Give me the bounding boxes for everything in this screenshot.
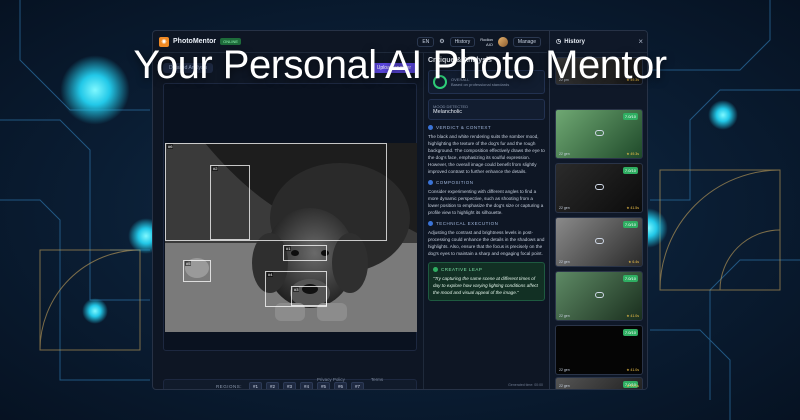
region-button-3[interactable]: #3: [282, 381, 296, 389]
headline: Your Personal AI Photo Mentor: [133, 43, 667, 87]
creative-label: CREATIVE LEAP: [441, 267, 483, 272]
composition-label: COMPOSITION: [436, 180, 474, 185]
history-meta: 22 gen: [559, 260, 570, 264]
verdict-text: The black and white rendering suits the …: [428, 134, 545, 174]
composition-text: Consider experimenting with different an…: [428, 189, 544, 215]
cloud-icon: [595, 238, 604, 244]
technical-text: Adjusting the contrast and brightness le…: [428, 230, 545, 256]
history-score: 7.0/10: [622, 113, 638, 120]
history-score: 7.0/10: [622, 167, 638, 174]
region-button-5[interactable]: #5: [317, 381, 331, 389]
technical-label: TECHNICAL EXECUTION: [436, 221, 499, 226]
history-score: 7.0/10: [622, 221, 638, 228]
mood-card: MOOD DETECTED Melancholic: [428, 99, 545, 120]
regions-label: REGIONS:: [215, 383, 242, 389]
history-meta: 22 gen: [559, 314, 570, 318]
verdict-icon: [428, 125, 433, 130]
history-score: 7.0/10: [622, 275, 638, 282]
history-meta: 22 gen: [559, 206, 570, 210]
history-meta: 22 gen: [559, 384, 570, 388]
history-meta: 22 gen: [559, 152, 570, 156]
region-button-4[interactable]: #4: [300, 381, 314, 389]
history-item[interactable]: 7.0/10 22 gen ★ 6.4s: [555, 217, 643, 267]
analyzed-photo[interactable]: #6 #2 #1 #5 #4 #3: [165, 143, 417, 332]
history-item[interactable]: 7.0/10 22 gen ★ 41.0s: [555, 325, 643, 375]
composition-icon: [428, 180, 433, 185]
cloud-icon: [595, 292, 604, 298]
region-button-1[interactable]: #1: [248, 381, 262, 389]
history-item[interactable]: 7.0/10 22 gen ★ 41.0s: [555, 377, 643, 389]
region-tag: #6: [167, 144, 174, 149]
technical-icon: [428, 221, 433, 226]
privacy-link[interactable]: Privacy Policy: [317, 377, 345, 382]
creative-card: CREATIVE LEAP "Try capturing the same sc…: [428, 262, 545, 301]
history-meta: 22 gen: [559, 368, 570, 372]
history-rating: ★ 41.5s: [626, 206, 639, 210]
history-item[interactable]: 7.0/10 22 gen ★ 49.3s: [555, 109, 643, 159]
generated-time: Generated time: 00:00: [508, 383, 543, 387]
history-item[interactable]: 7.0/10 22 gen ★ 41.5s: [555, 163, 643, 213]
verdict-label: VERDICT & CONTEXT: [436, 125, 492, 130]
analysis-panel: Detailed Analysis Upload another #6 #2 #…: [163, 61, 417, 389]
region-button-2[interactable]: #2: [265, 381, 279, 389]
region-tag: #4: [267, 272, 274, 277]
user-name: Rodion: [480, 36, 493, 42]
cloud-icon: [595, 184, 604, 190]
history-score: 7.0/10: [622, 329, 638, 336]
terms-link[interactable]: Terms: [371, 377, 383, 382]
history-rating: ★ 41.0s: [626, 368, 639, 372]
critique-panel: Critique & Analysis OVERALL Based on pro…: [423, 53, 549, 389]
photo-frame: #6 #2 #1 #5 #4 #3: [163, 83, 417, 351]
creative-text: "Try capturing the same scene at differe…: [433, 276, 538, 295]
history-rating: ★ 6.4s: [628, 260, 639, 264]
region-tag: #1: [285, 246, 292, 251]
mood-value: Melancholic: [433, 109, 463, 115]
sparkle-icon: [433, 267, 438, 272]
history-rating: ★ 41.0s: [626, 314, 639, 318]
region-tag: #2: [212, 166, 219, 171]
region-tag: #5: [185, 261, 192, 266]
history-rating: ★ 41.0s: [626, 384, 639, 388]
history-item[interactable]: 7.0/10 22 gen ★ 41.0s: [555, 271, 643, 321]
history-rating: ★ 49.3s: [626, 152, 639, 156]
region-tag: #3: [293, 287, 300, 292]
region-button-6[interactable]: #6: [334, 381, 348, 389]
cloud-icon: [595, 130, 604, 136]
region-button-7[interactable]: #7: [351, 381, 365, 389]
